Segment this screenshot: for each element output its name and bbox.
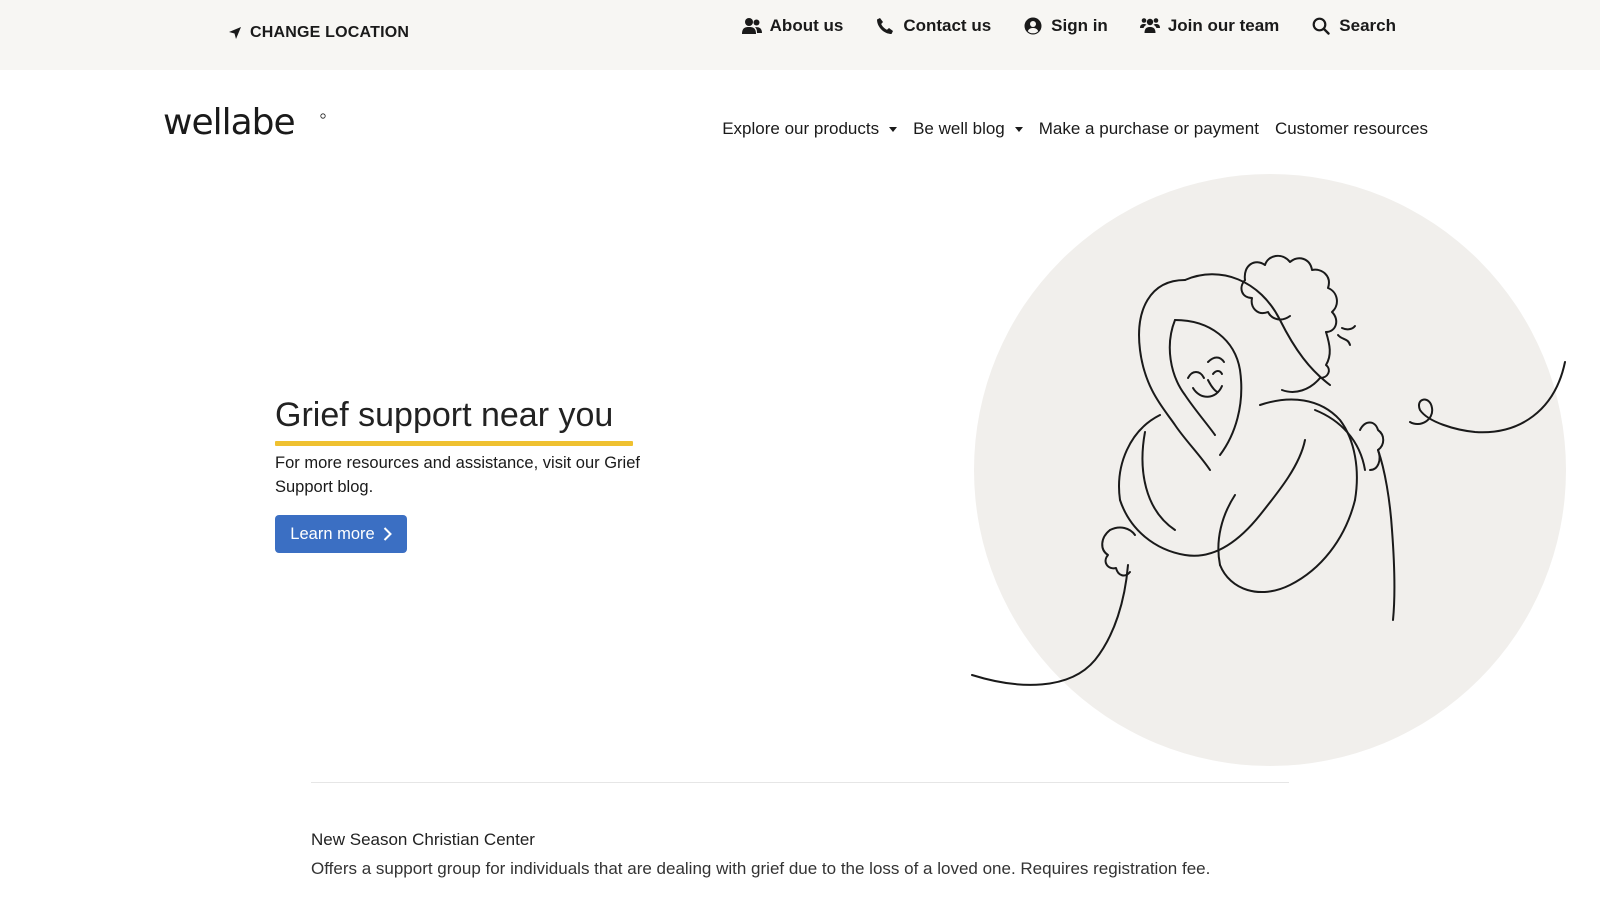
nav-explore-products-label: Explore our products (722, 119, 880, 138)
utility-bar: CHANGE LOCATION About us Contact us Sign… (0, 0, 1600, 70)
join-our-team-link[interactable]: Join our team (1139, 16, 1280, 36)
nav-make-purchase[interactable]: Make a purchase or payment (1039, 119, 1259, 139)
learn-more-label: Learn more (290, 524, 375, 543)
users-icon (741, 18, 762, 34)
illustration-circle-bg (974, 174, 1566, 766)
main-nav: Explore our products Be well blog Make a… (722, 119, 1428, 139)
about-us-link[interactable]: About us (741, 16, 844, 36)
chevron-right-icon (383, 527, 392, 541)
search-icon (1312, 17, 1330, 35)
caret-down-icon (1014, 126, 1023, 132)
contact-us-link[interactable]: Contact us (875, 16, 991, 36)
search-link[interactable]: Search (1311, 16, 1396, 36)
listing-name: New Season Christian Center (311, 830, 535, 849)
logo-text: wellabe (163, 102, 295, 143)
contact-us-label: Contact us (903, 16, 992, 35)
learn-more-button[interactable]: Learn more (275, 515, 407, 553)
sign-in-label: Sign in (1051, 16, 1108, 35)
nav-customer-resources[interactable]: Customer resources (1275, 119, 1428, 139)
section-divider (311, 782, 1289, 783)
search-label: Search (1339, 16, 1396, 35)
wellabe-logo[interactable]: wellabe (163, 100, 328, 144)
hero-title: Grief support near you (275, 396, 614, 434)
user-circle-icon (1024, 17, 1042, 35)
join-our-team-label: Join our team (1167, 16, 1280, 35)
hero-description: For more resources and assistance, visit… (275, 454, 640, 496)
nav-make-purchase-label: Make a purchase or payment (1038, 119, 1259, 138)
change-location-link[interactable]: CHANGE LOCATION (228, 24, 409, 42)
nav-be-well-blog-label: Be well blog (913, 119, 1005, 138)
hugging-people-illustration (971, 174, 1566, 766)
group-icon (1139, 18, 1160, 33)
sign-in-link[interactable]: Sign in (1023, 16, 1108, 36)
about-us-label: About us (769, 16, 844, 35)
hero-title-underline (275, 441, 633, 446)
location-arrow-icon (229, 27, 241, 39)
utility-links: About us Contact us Sign in Join our tea… (741, 16, 1396, 36)
caret-down-icon (889, 126, 898, 132)
change-location-label: CHANGE LOCATION (250, 24, 410, 41)
nav-explore-products[interactable]: Explore our products (722, 119, 898, 139)
nav-be-well-blog[interactable]: Be well blog (913, 119, 1023, 139)
listing-description: Offers a support group for individuals t… (311, 859, 1211, 878)
nav-customer-resources-label: Customer resources (1274, 119, 1428, 138)
phone-icon (877, 18, 894, 34)
